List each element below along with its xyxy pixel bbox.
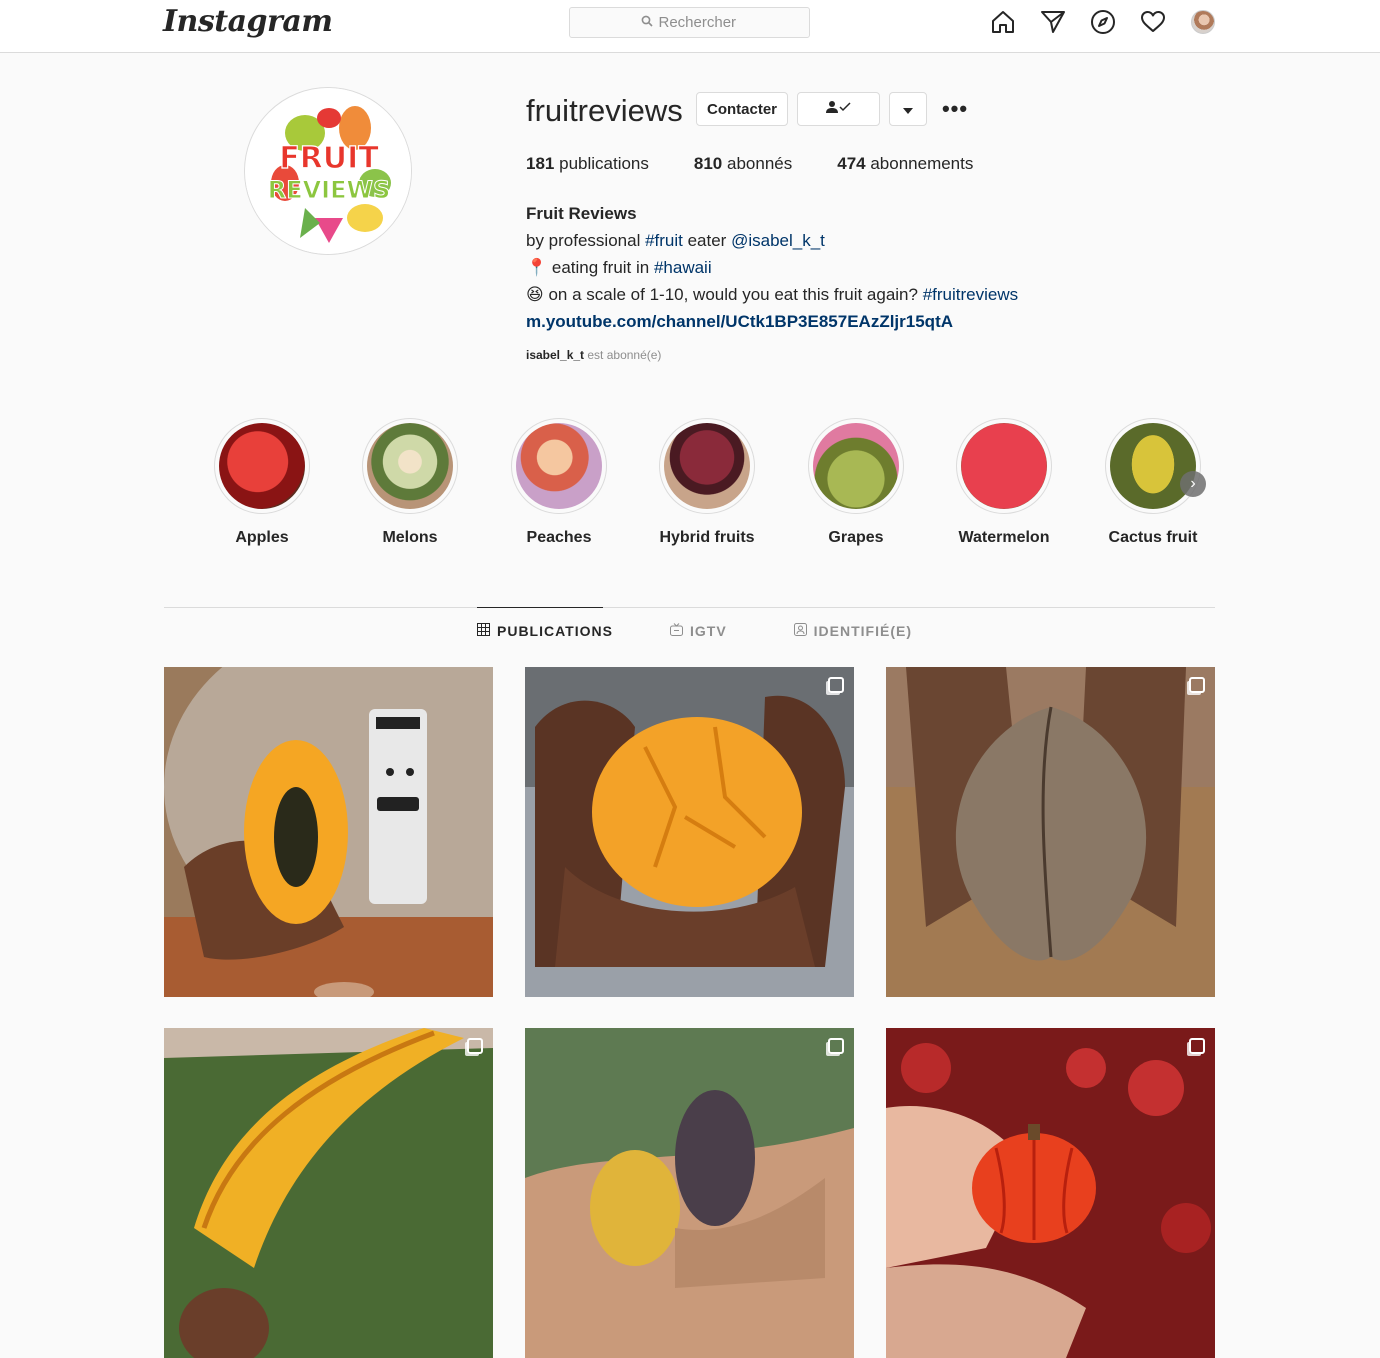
bio-line-2: 📍 eating fruit in #hawaii — [526, 258, 712, 277]
hashtag-link[interactable]: #fruit — [645, 231, 683, 250]
post-thumbnail[interactable] — [886, 1028, 1215, 1358]
following-count[interactable]: 474 abonnements — [837, 154, 973, 174]
profile-stats: 181 publications 810 abonnés 474 abonnem… — [526, 154, 973, 174]
highlight-hybrid-fruits[interactable]: Hybrid fruits — [657, 418, 757, 547]
external-link[interactable]: m.youtube.com/channel/UCtk1BP3E857EAzZlj… — [526, 308, 1018, 335]
direct-icon[interactable] — [1040, 9, 1066, 35]
post-thumbnail[interactable] — [164, 1028, 493, 1358]
svg-text:FRUIT: FRUIT — [279, 141, 379, 176]
hashtag-link[interactable]: #hawaii — [654, 258, 712, 277]
carousel-icon — [828, 1038, 844, 1054]
profile-picture[interactable]: FRUIT REVIEWS — [244, 87, 412, 255]
carousel-icon — [467, 1038, 483, 1054]
profile-full-name: Fruit Reviews — [526, 204, 637, 223]
tab-igtv[interactable]: IGTV — [670, 607, 727, 653]
contact-button[interactable]: Contacter — [696, 92, 788, 126]
post-thumbnail[interactable] — [164, 667, 493, 997]
carousel-icon — [828, 677, 844, 693]
highlight-label: Peaches — [526, 529, 592, 546]
highlight-label: Grapes — [828, 529, 884, 546]
tagged-icon — [793, 622, 807, 639]
profile-avatar[interactable] — [1190, 9, 1216, 35]
following-button[interactable] — [797, 92, 880, 126]
highlight-label: Apples — [235, 529, 289, 546]
post-thumbnail[interactable] — [525, 1028, 854, 1358]
grid-icon — [477, 623, 490, 639]
posts-count: 181 publications — [526, 154, 649, 173]
story-highlights: Apples Melons Peaches Hybrid fruits Grap… — [212, 418, 1212, 558]
more-options-icon[interactable]: ••• — [940, 96, 970, 122]
highlight-grapes[interactable]: Grapes — [806, 418, 906, 547]
instagram-logo[interactable]: Instagram — [163, 4, 333, 39]
profile-tabs: PUBLICATIONS IGTV IDENTIFIÉ(E) — [477, 607, 912, 653]
post-thumbnail[interactable] — [525, 667, 854, 997]
post-thumbnail[interactable] — [886, 667, 1215, 997]
chevron-right-icon[interactable]: › — [1180, 471, 1206, 497]
profile-bio: Fruit Reviews by professional #fruit eat… — [526, 200, 1018, 335]
top-nav: Instagram — [0, 0, 1380, 53]
svg-text:REVIEWS: REVIEWS — [268, 176, 391, 204]
pin-emoji: 📍 — [526, 258, 548, 277]
caret-down-icon — [903, 101, 913, 118]
explore-icon[interactable] — [1090, 9, 1116, 35]
highlight-peaches[interactable]: Peaches — [509, 418, 609, 547]
highlight-label: Hybrid fruits — [659, 529, 755, 546]
highlight-watermelon[interactable]: Watermelon — [954, 418, 1054, 547]
bio-line-3: 😆 on a scale of 1-10, would you eat this… — [526, 285, 1019, 304]
search-box[interactable] — [569, 7, 810, 38]
suggestions-dropdown-button[interactable] — [889, 92, 927, 126]
home-icon[interactable] — [990, 9, 1016, 35]
followed-by-info[interactable]: isabel_k_t est abonné(e) — [526, 348, 661, 362]
user-check-icon — [825, 100, 852, 118]
mention-link[interactable]: @isabel_k_t — [731, 231, 825, 250]
igtv-icon — [670, 622, 683, 639]
tab-publications[interactable]: PUBLICATIONS — [477, 607, 612, 653]
hashtag-link[interactable]: #fruitreviews — [923, 285, 1018, 304]
activity-heart-icon[interactable] — [1140, 9, 1166, 35]
bio-line-1: by professional #fruit eater @isabel_k_t — [526, 231, 825, 250]
tab-tagged[interactable]: IDENTIFIÉ(E) — [793, 607, 912, 653]
search-icon — [641, 14, 653, 31]
highlight-label: Cactus fruit — [1108, 529, 1198, 546]
search-input[interactable] — [658, 14, 739, 31]
highlight-label: Watermelon — [958, 529, 1050, 546]
laughing-emoji: 😆 — [526, 285, 544, 304]
profile-username: fruitreviews — [526, 93, 683, 128]
highlight-melons[interactable]: Melons — [360, 418, 460, 547]
highlight-label: Melons — [382, 529, 438, 546]
carousel-icon — [1189, 1038, 1205, 1054]
highlight-apples[interactable]: Apples — [212, 418, 312, 547]
followers-count[interactable]: 810 abonnés — [694, 154, 792, 174]
carousel-icon — [1189, 677, 1205, 693]
